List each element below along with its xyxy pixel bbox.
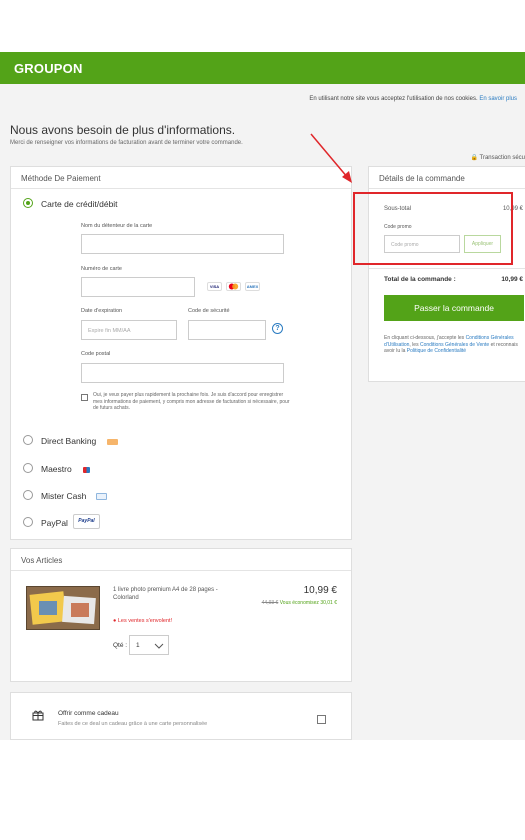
postal-code-input[interactable] <box>81 363 284 383</box>
amex-icon: AMEX <box>245 282 260 291</box>
gift-panel: Offrir comme cadeau Faites de ce deal un… <box>10 692 352 740</box>
product-savings: Vous économisez 30,01 € <box>279 600 337 606</box>
product-old-price-row: 44,93 € Vous économisez 30,01 € <box>262 600 337 606</box>
paypal-label: PayPal <box>41 518 68 528</box>
secure-transaction-label: Transaction sécu <box>479 155 525 161</box>
paypal-radio[interactable] <box>23 517 33 527</box>
page-title: Nous avons besoin de plus d'informations… <box>10 123 236 137</box>
gift-description: Faites de ce deal un cadeau grâce à une … <box>58 721 208 727</box>
quantity-select[interactable]: 1 <box>129 635 169 655</box>
gift-icon <box>32 710 44 721</box>
product-name: 1 livre photo premium A4 de 28 pages - C… <box>113 587 218 601</box>
top-header: GROUPON <box>0 52 525 84</box>
lock-icon: 🔒 <box>470 155 478 161</box>
mister-cash-label: Mister Cash <box>41 491 87 501</box>
cookie-notice-text: En utilisant notre site vous acceptez l'… <box>309 96 478 102</box>
save-payment-text: Oui, je veux payer plus rapidement la pr… <box>93 392 290 411</box>
card-number-input[interactable] <box>81 277 195 297</box>
total-value: 10,99 € <box>501 276 523 283</box>
summary-divider <box>369 268 525 269</box>
mister-cash-radio[interactable] <box>23 490 33 500</box>
flame-icon: ● <box>113 618 117 624</box>
gift-title: Offrir comme cadeau <box>58 710 119 717</box>
maestro-logo <box>83 467 90 473</box>
total-label: Total de la commande : <box>384 276 456 283</box>
help-icon[interactable]: ? <box>272 323 283 334</box>
secure-transaction-note: 🔒 Transaction sécu <box>470 154 525 161</box>
chevron-down-icon <box>154 643 164 649</box>
place-order-button[interactable]: Passer la commande <box>384 295 524 321</box>
order-summary-heading: Détails de la commande <box>369 167 525 189</box>
cookie-notice: En utilisant notre site vous acceptez l'… <box>309 96 517 102</box>
card-holder-label: Nom du détenteur de la carte <box>81 223 153 229</box>
product-price: 10,99 € <box>303 585 337 596</box>
direct-banking-radio[interactable] <box>23 435 33 445</box>
annotation-arrow-icon <box>310 133 352 183</box>
articles-panel: Vos Articles 1 livre photo premium A4 de… <box>10 548 352 682</box>
terms-of-sale-link[interactable]: Conditions Générales de Vente <box>420 342 489 348</box>
direct-banking-label: Direct Banking <box>41 436 97 446</box>
mister-cash-logo <box>96 493 107 500</box>
groupon-logo[interactable]: GROUPON <box>14 61 83 76</box>
expiry-input[interactable]: Expire fin MM/AA <box>81 320 177 340</box>
cookie-learn-more-link[interactable]: En savoir plus <box>479 96 517 102</box>
product-old-price: 44,93 € <box>261 600 279 606</box>
payment-method-panel: Méthode De Paiement Carte de crédit/débi… <box>10 166 352 540</box>
postal-code-label: Code postal <box>81 351 111 357</box>
legal-text: En cliquant ci-dessous, j'accepte les Co… <box>384 335 522 355</box>
credit-card-radio[interactable] <box>23 198 33 208</box>
security-code-label: Code de sécurité <box>188 308 230 314</box>
expiry-label: Date d'expiration <box>81 308 123 314</box>
maestro-label: Maestro <box>41 464 72 474</box>
quantity-value: 1 <box>136 642 140 649</box>
maestro-radio[interactable] <box>23 463 33 473</box>
save-payment-checkbox[interactable] <box>81 394 88 401</box>
paypal-logo: PayPal <box>73 514 100 529</box>
articles-heading: Vos Articles <box>11 549 351 571</box>
urgency-note: ● Les ventes s'envolent! <box>113 618 172 624</box>
credit-card-label: Carte de crédit/débit <box>41 199 118 209</box>
direct-banking-logo <box>107 439 118 445</box>
quantity-label: Qté : <box>113 642 128 649</box>
legal-prefix: En cliquant ci-dessous, j'accepte les <box>384 335 465 341</box>
security-code-input[interactable] <box>188 320 266 340</box>
card-number-label: Numéro de carte <box>81 266 122 272</box>
product-image <box>26 586 100 630</box>
card-holder-input[interactable] <box>81 234 284 254</box>
privacy-policy-link[interactable]: Politique de Confidentialité <box>407 348 466 354</box>
mastercard-icon <box>226 282 241 291</box>
legal-mid-1: , les <box>409 341 419 348</box>
gift-checkbox[interactable] <box>317 715 326 724</box>
annotation-highlight-box <box>353 192 513 265</box>
visa-icon: VISA <box>207 282 222 291</box>
urgency-text: Les ventes s'envolent! <box>117 618 173 624</box>
page-subtitle: Merci de renseigner vos informations de … <box>10 140 243 146</box>
